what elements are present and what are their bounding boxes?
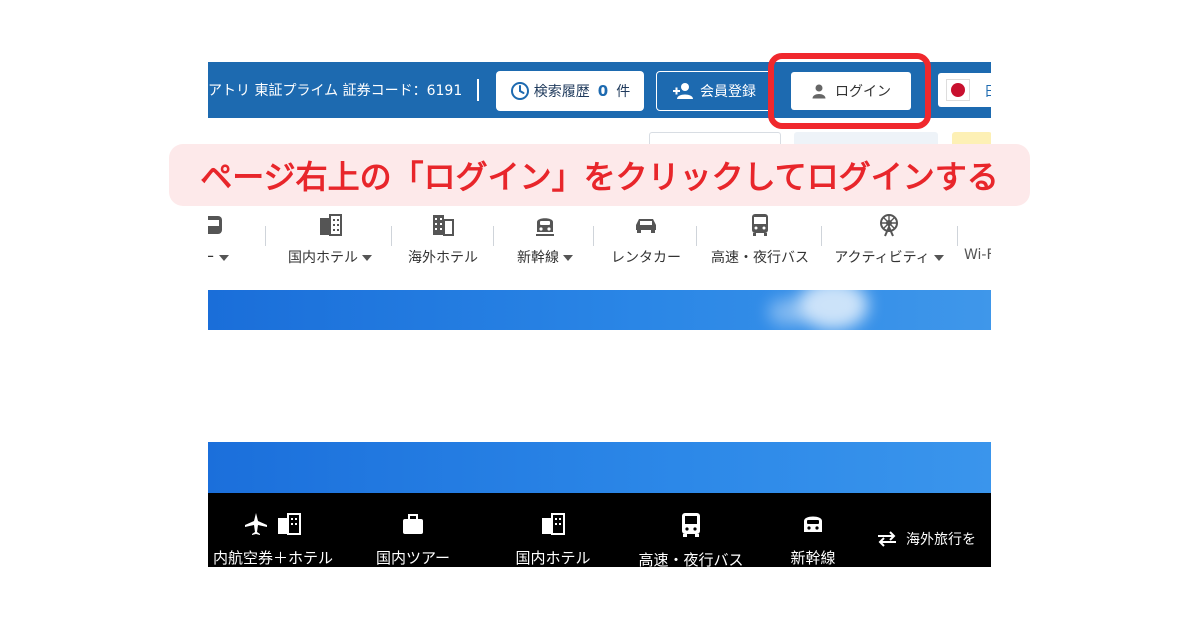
- caret-down-icon: [933, 255, 944, 261]
- cloud-decoration: [768, 298, 808, 326]
- category-label: Wi-F: [964, 247, 991, 263]
- ferris-wheel-icon: [880, 214, 898, 237]
- hero-banner-top: [208, 280, 991, 330]
- train-icon: [208, 216, 222, 234]
- category-item-domestic-hotel[interactable]: 国内ホテル: [272, 212, 388, 267]
- building-icon: [433, 215, 454, 236]
- header-divider: [477, 79, 479, 101]
- category-item-activity[interactable]: アクティビティ: [824, 212, 954, 267]
- category-item-wifi[interactable]: Wi-F: [964, 212, 991, 263]
- category-item-shinkansen[interactable]: 新幹線: [498, 212, 592, 267]
- bottom-item-label: 内航空券＋ホテル: [212, 549, 333, 567]
- language-selector[interactable]: 日: [938, 73, 991, 107]
- bus-icon: [682, 513, 700, 537]
- category-divider: [821, 226, 822, 246]
- hotel-icon: [277, 513, 301, 535]
- bottom-item-domestic-hotel[interactable]: 国内ホテル: [498, 511, 608, 567]
- plane-icon: [245, 513, 268, 535]
- category-label: 海外ホテル: [408, 250, 478, 266]
- category-divider: [696, 226, 697, 246]
- category-divider: [957, 226, 958, 246]
- overseas-travel-switch[interactable]: 海外旅行を: [876, 529, 976, 549]
- category-label: 新幹線: [517, 250, 559, 266]
- search-history-count: 0: [597, 82, 609, 100]
- login-highlight-frame: [768, 53, 931, 129]
- category-divider: [593, 226, 594, 246]
- hotel-icon: [320, 214, 342, 236]
- bottom-item-label: 国内ツアー: [375, 549, 451, 567]
- category-label: 高速・夜行バス: [711, 250, 809, 266]
- bus-icon: [752, 214, 768, 236]
- member-register-button[interactable]: 会員登録: [656, 71, 772, 111]
- category-divider: [493, 226, 494, 246]
- instruction-text: ページ右上の「ログイン」をクリックしてログインする: [200, 158, 999, 196]
- category-label: 国内ホテル: [288, 250, 358, 266]
- search-history-label: 検索履歴: [533, 84, 590, 100]
- company-info: アトリ 東証プライム 証券コード：6191: [208, 83, 463, 99]
- category-item-highway-bus[interactable]: 高速・夜行バス: [702, 212, 818, 267]
- shinkansen-icon: [536, 218, 554, 236]
- bottom-item-flight-hotel[interactable]: 内航空券＋ホテル: [208, 511, 358, 567]
- bottom-item-shinkansen[interactable]: 新幹線: [768, 511, 858, 567]
- add-user-icon: [673, 83, 693, 99]
- category-nav: アー 国内ホテル 海外ホテル: [208, 212, 991, 288]
- category-item-rental-car[interactable]: レンタカー: [600, 212, 692, 267]
- caret-down-icon: [218, 255, 229, 261]
- category-item-tour[interactable]: アー: [208, 212, 248, 267]
- japan-flag-icon: [946, 79, 970, 101]
- bottom-item-label: 国内ホテル: [515, 549, 591, 567]
- category-label: アクティビティ: [834, 250, 930, 266]
- screenshot-crop: アトリ 東証プライム 証券コード：6191 検索履歴 0 件 会員登録 ログイン…: [208, 62, 991, 567]
- hero-banner-bottom: [208, 442, 991, 493]
- category-label: レンタカー: [611, 250, 681, 266]
- bottom-item-label: 高速・夜行バス: [638, 551, 744, 567]
- member-register-label: 会員登録: [700, 84, 756, 100]
- search-history-unit: 件: [616, 84, 631, 100]
- category-divider: [391, 226, 392, 246]
- swap-arrows-icon: [878, 531, 896, 547]
- language-label: 日: [984, 81, 991, 101]
- car-icon: [636, 219, 656, 233]
- search-history-button[interactable]: 検索履歴 0 件: [496, 71, 644, 111]
- overseas-travel-label: 海外旅行を: [906, 532, 976, 548]
- bottom-item-label: 新幹線: [790, 549, 836, 567]
- shinkansen-icon: [804, 516, 822, 532]
- suitcase-icon: [403, 514, 423, 534]
- category-divider: [265, 226, 266, 246]
- bottom-item-highway-bus[interactable]: 高速・夜行バス: [626, 511, 756, 567]
- category-label: アー: [208, 250, 215, 266]
- bottom-category-nav: 内航空券＋ホテル 国内ツアー 国内ホテル 高速・夜行バス 新幹線 海外旅行を: [208, 493, 991, 567]
- caret-down-icon: [362, 255, 372, 261]
- hotel-icon: [542, 513, 565, 535]
- bottom-item-domestic-tour[interactable]: 国内ツアー: [358, 511, 468, 567]
- category-item-overseas-hotel[interactable]: 海外ホテル: [398, 212, 488, 267]
- cloud-decoration: [798, 280, 868, 330]
- instruction-callout: ページ右上の「ログイン」をクリックしてログインする: [169, 144, 1030, 206]
- clock-icon: [510, 82, 529, 100]
- caret-down-icon: [563, 255, 573, 261]
